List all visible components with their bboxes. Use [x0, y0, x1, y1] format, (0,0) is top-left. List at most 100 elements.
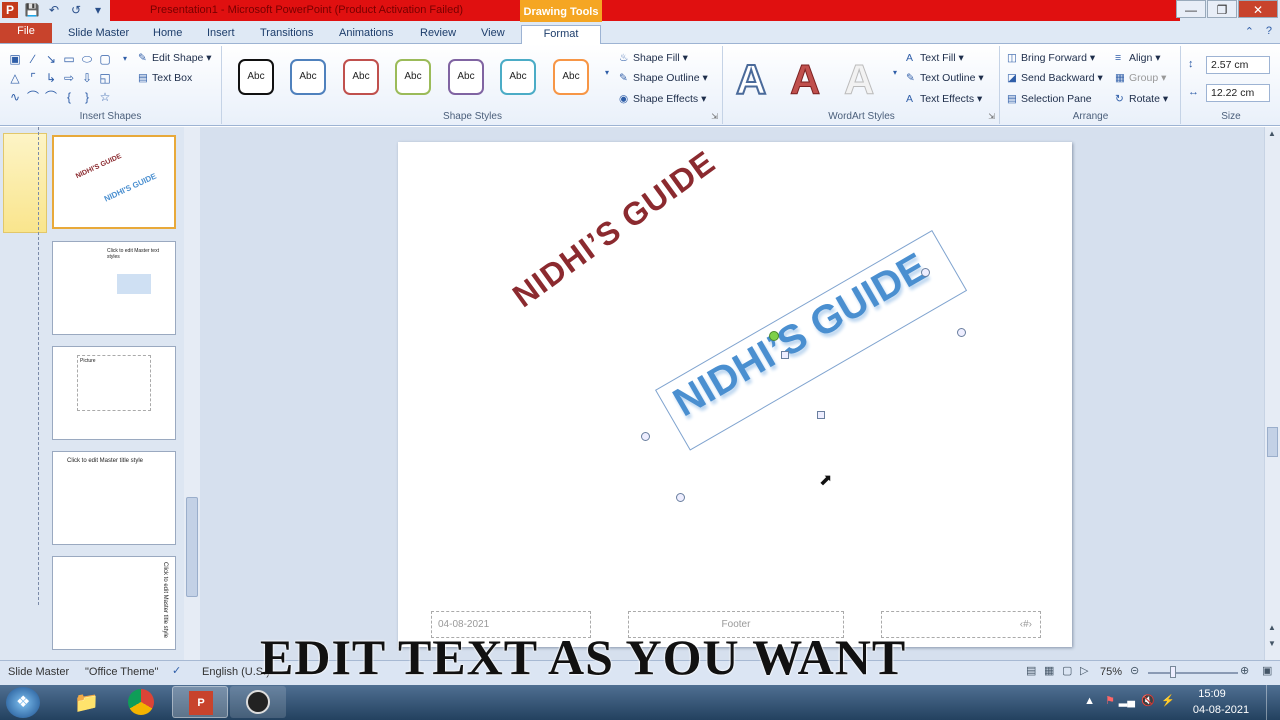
rotate-button[interactable]: ↻ Rotate ▾ [1115, 90, 1168, 108]
close-button[interactable]: ✕ [1238, 0, 1278, 18]
shape-width-input[interactable]: 12.22 cm [1206, 84, 1270, 102]
shape-fill-button[interactable]: ♨ Shape Fill ▾ [619, 49, 688, 67]
taskbar-chrome[interactable] [114, 686, 170, 718]
tab-transitions[interactable]: Transitions [252, 25, 321, 44]
shape-style-3[interactable]: Abc [343, 59, 379, 95]
group-button[interactable]: ▦ Group ▾ [1115, 69, 1166, 87]
redo-icon[interactable]: ↺ [68, 2, 84, 18]
resize-handle-top[interactable] [781, 351, 789, 359]
slide-thumbnail-1[interactable]: NIDHI'S GUIDE NIDHI'S GUIDE [52, 135, 176, 229]
start-button[interactable]: ❖ [6, 687, 40, 718]
clock-time[interactable]: 15:09 [1182, 688, 1242, 700]
freeform-shape-icon[interactable]: ◱ [98, 71, 112, 85]
tab-insert[interactable]: Insert [199, 25, 243, 44]
volume-muted-icon[interactable]: 🔇 [1141, 694, 1155, 707]
resize-handle-bottom-left[interactable] [676, 493, 685, 502]
text-effects-button[interactable]: A Text Effects ▾ [906, 90, 982, 108]
star-shape-icon[interactable]: ☆ [98, 90, 112, 104]
tab-animations[interactable]: Animations [331, 25, 401, 44]
fit-slide-icon[interactable]: ▣ [1262, 664, 1272, 677]
minimize-button[interactable]: — [1176, 0, 1206, 18]
zoom-slider[interactable] [1148, 672, 1238, 674]
edit-shape-button[interactable]: ✎ Edit Shape ▾ [138, 49, 212, 67]
oval-shape-icon[interactable]: ⬭ [80, 52, 94, 66]
customize-qat-icon[interactable]: ▾ [90, 2, 106, 18]
slide-scroll-thumb[interactable] [1267, 427, 1278, 457]
zoom-out-icon[interactable]: ⊝ [1130, 664, 1139, 677]
shape-style-5[interactable]: Abc [448, 59, 484, 95]
shape-outline-button[interactable]: ✎ Shape Outline ▾ [619, 69, 708, 87]
thumbnail-scrollbar[interactable] [184, 127, 200, 660]
tab-slide-master[interactable]: Slide Master [60, 25, 137, 44]
tab-file[interactable]: File [0, 23, 52, 43]
show-desktop-button[interactable] [1266, 685, 1280, 720]
restore-button[interactable]: ❐ [1207, 0, 1237, 18]
align-button[interactable]: ≡ Align ▾ [1115, 49, 1161, 67]
network-icon[interactable]: ▂▄ [1119, 694, 1135, 707]
powerpoint-app-icon[interactable]: P [2, 2, 18, 18]
tab-home[interactable]: Home [145, 25, 190, 44]
shape-style-2[interactable]: Abc [290, 59, 326, 95]
zoom-in-icon[interactable]: ⊕ [1240, 664, 1249, 677]
slide-sorter-icon[interactable]: ▦ [1044, 664, 1054, 677]
send-backward-button[interactable]: ◪ Send Backward ▾ [1007, 69, 1103, 87]
selection-pane-button[interactable]: ▤ Selection Pane [1007, 90, 1092, 108]
undo-icon[interactable]: ↶ [46, 2, 62, 18]
shape-style-6[interactable]: Abc [500, 59, 536, 95]
resize-handle-top-right[interactable] [921, 268, 930, 277]
action-center-icon[interactable]: ⚑ [1105, 694, 1115, 707]
taskbar-obs[interactable] [230, 686, 286, 718]
minimize-ribbon-icon[interactable]: ⌃ [1245, 25, 1254, 38]
bring-forward-button[interactable]: ◫ Bring Forward ▾ [1007, 49, 1095, 67]
slide-thumbnail-2[interactable]: Click to edit Master text styles [52, 241, 176, 335]
wordart-style-3[interactable]: A [843, 57, 874, 102]
thumbnail-scroll-thumb[interactable] [186, 497, 198, 597]
left-brace-shape-icon[interactable]: { [62, 90, 76, 104]
shape-height-input[interactable]: 2.57 cm [1206, 56, 1270, 74]
normal-view-icon[interactable]: ▤ [1026, 664, 1036, 677]
shape-style-7[interactable]: Abc [553, 59, 589, 95]
wordart-style-2[interactable]: A [789, 57, 820, 102]
taskbar-powerpoint[interactable]: P [172, 686, 228, 718]
zoom-slider-thumb[interactable] [1169, 666, 1176, 678]
wordart-more-icon[interactable]: ▾ [888, 66, 902, 80]
shape-effects-button[interactable]: ◉ Shape Effects ▾ [619, 90, 706, 108]
text-outline-button[interactable]: ✎ Text Outline ▾ [906, 69, 984, 87]
tab-review[interactable]: Review [412, 25, 464, 44]
curve-shape-icon[interactable]: ⌒ [26, 90, 40, 104]
resize-handle-right[interactable] [957, 328, 966, 337]
wordart-style-1[interactable]: A [735, 57, 767, 103]
scribble-shape-icon[interactable]: ∿ [8, 90, 22, 104]
shape-style-4[interactable]: Abc [395, 59, 431, 95]
clock-date[interactable]: 04-08-2021 [1186, 704, 1256, 716]
slide-thumbnail-5[interactable]: Click to edit Master title style [52, 556, 176, 650]
slide-thumbnail-3[interactable]: Picture [52, 346, 176, 440]
reading-view-icon[interactable]: ▢ [1062, 664, 1072, 677]
resize-handle-left[interactable] [641, 432, 650, 441]
tab-format[interactable]: Format [521, 25, 601, 45]
shapes-more-icon[interactable]: ▾ [118, 52, 132, 66]
taskbar-explorer[interactable]: 📁 [58, 686, 114, 718]
line-shape-icon[interactable]: ∕ [26, 52, 40, 66]
resize-handle-bottom[interactable] [817, 411, 825, 419]
slide-thumbnail-4[interactable]: Click to edit Master title style [52, 451, 176, 545]
right-brace-shape-icon[interactable]: } [80, 90, 94, 104]
zoom-level[interactable]: 75% [1100, 666, 1122, 678]
spell-check-icon[interactable]: ✓ [172, 664, 181, 677]
shape-style-1[interactable]: Abc [238, 59, 274, 95]
slide-vertical-scrollbar[interactable]: ▲ ▲ ▼ [1264, 127, 1280, 660]
rotation-handle[interactable] [769, 331, 779, 341]
elbow-connector-shape-icon[interactable]: ⌜ [26, 71, 40, 85]
rectangle-shape-icon[interactable]: ▭ [62, 52, 76, 66]
power-icon[interactable]: ⚡ [1161, 694, 1175, 707]
tray-expand-icon[interactable]: ▲ [1084, 695, 1095, 707]
text-box-shape-icon[interactable]: ▣ [8, 52, 22, 66]
help-icon[interactable]: ? [1266, 25, 1272, 37]
previous-slide-icon[interactable]: ▲ [1268, 623, 1276, 632]
triangle-shape-icon[interactable]: △ [8, 71, 22, 85]
scroll-up-icon[interactable]: ▲ [1268, 129, 1276, 138]
text-box-button[interactable]: ▤ Text Box [138, 69, 192, 87]
right-arrow-shape-icon[interactable]: ⇨ [62, 71, 76, 85]
shape-styles-more-icon[interactable]: ▾ [600, 66, 614, 80]
rounded-rect-shape-icon[interactable]: ▢ [98, 52, 112, 66]
